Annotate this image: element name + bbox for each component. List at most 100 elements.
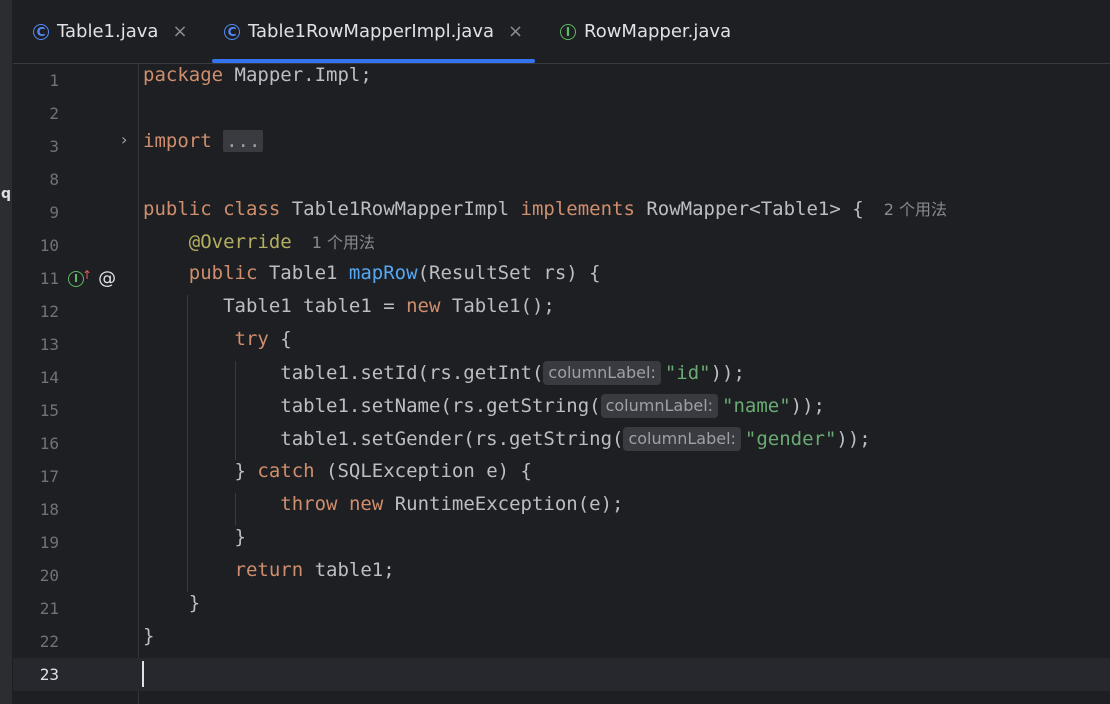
line-number: 17 (39, 467, 59, 486)
code-text: { (268, 328, 292, 350)
code-text: Table1 (257, 262, 349, 284)
annotation: @Override (188, 231, 292, 253)
left-tool-strip: q (0, 0, 13, 704)
code-line[interactable]: 13 try { (13, 328, 1110, 361)
string-literal: "id" (664, 362, 711, 384)
usages-hint[interactable]: 1 个用法 (312, 233, 375, 252)
tab-label: RowMapper.java (584, 21, 732, 42)
keyword: import (143, 130, 212, 152)
code-line[interactable]: 8 (13, 163, 1110, 196)
line-number: 11 (39, 269, 59, 288)
code-text: } (234, 526, 246, 548)
class-file-icon: C (224, 23, 240, 40)
keyword: return (234, 559, 304, 581)
folded-imports[interactable]: ... (223, 130, 264, 152)
parameter-hint: columnLabel: (623, 427, 741, 451)
usages-hint[interactable]: 2 个用法 (884, 200, 947, 219)
interface-file-icon: I (560, 23, 576, 40)
code-text: )); (836, 428, 871, 450)
code-line[interactable]: 2 (13, 97, 1110, 130)
gutter-icons: I ↑ @ (68, 268, 116, 289)
line-number: 10 (39, 236, 59, 255)
code-text: table1.setGender(rs.getString( (280, 428, 624, 450)
code-line[interactable]: 9 public class Table1RowMapperImpl imple… (13, 196, 1110, 229)
string-literal: "gender" (744, 428, 837, 450)
keyword: package (143, 64, 224, 86)
code-line[interactable]: 11 I ↑ @ public Table1 mapRow(ResultSet … (13, 262, 1110, 295)
line-number: 14 (39, 368, 59, 387)
line-number: 15 (39, 401, 59, 420)
line-number: 18 (39, 500, 59, 519)
at-sign-icon[interactable]: @ (98, 268, 116, 289)
keyword: throw (280, 493, 338, 515)
tab-table1-java[interactable]: C Table1.java × (33, 0, 188, 63)
line-number: 20 (39, 566, 59, 585)
code-line[interactable]: 10 @Override 1 个用法 (13, 229, 1110, 262)
parameter-hint: columnLabel: (543, 361, 661, 385)
line-number: 22 (39, 632, 59, 651)
code-text: } (234, 460, 258, 482)
text-caret (142, 661, 144, 687)
line-number: 9 (49, 203, 59, 222)
tab-label: Table1.java (57, 21, 159, 42)
keyword: implements (520, 198, 635, 220)
code-text: )); (790, 395, 825, 417)
keyword: try (234, 328, 269, 350)
code-line[interactable]: 12 Table1 table1 = new Table1(); (13, 295, 1110, 328)
up-arrow-icon: ↑ (82, 267, 93, 282)
code-line[interactable]: 15 table1.setName(rs.getString(columnLab… (13, 394, 1110, 427)
code-text: table1.setName(rs.getString( (280, 395, 601, 417)
code-text: (ResultSet rs) { (417, 262, 601, 284)
fold-expand-icon[interactable]: › (121, 130, 127, 149)
keyword: new (406, 295, 441, 317)
code-line[interactable]: 18 throw new RuntimeException(e); (13, 493, 1110, 526)
code-line[interactable]: 19 } (13, 526, 1110, 559)
keyword: public (143, 198, 212, 220)
tab-label: Table1RowMapperImpl.java (248, 21, 495, 42)
line-number: 13 (39, 335, 59, 354)
code-text: } (143, 625, 155, 647)
code-text: } (188, 592, 201, 614)
line-number: 23 (39, 665, 59, 684)
line-number: 19 (39, 533, 59, 552)
editor-tab-bar: C Table1.java × C Table1RowMapperImpl.ja… (13, 0, 1110, 64)
code-text: )); (710, 362, 745, 384)
code-editor[interactable]: 1 package Mapper.Impl; 2 3 › import ... … (13, 64, 1110, 704)
class-name: Table1RowMapperImpl (280, 198, 521, 220)
code-text: Table1 table1 = (223, 295, 407, 317)
code-text: Table1(); (440, 295, 555, 317)
code-line[interactable]: 14 table1.setId(rs.getInt(columnLabel: "i… (13, 361, 1110, 394)
code-text: Mapper.Impl; (223, 64, 372, 86)
string-literal: "name" (722, 395, 791, 417)
current-code-line[interactable]: 23 (13, 658, 1110, 691)
line-number: 21 (39, 599, 59, 618)
code-line[interactable]: 21 } (13, 592, 1110, 625)
code-line[interactable]: 16 table1.setGender(rs.getString(columnL… (13, 427, 1110, 460)
parameter-hint: columnLabel: (600, 394, 719, 418)
line-number: 1 (49, 71, 59, 90)
line-number: 2 (49, 104, 59, 123)
close-icon[interactable]: × (172, 21, 187, 42)
line-number: 3 (49, 137, 59, 156)
keyword: class (223, 198, 281, 220)
code-line[interactable]: 3 › import ... (13, 130, 1110, 163)
keyword: new (348, 493, 384, 515)
method-name: mapRow (348, 262, 418, 284)
line-number: 16 (39, 434, 59, 453)
close-icon[interactable]: × (508, 21, 523, 42)
keyword: public (188, 262, 258, 284)
class-file-icon: C (33, 23, 49, 40)
code-line[interactable]: 17 } catch (SQLException e) { (13, 460, 1110, 493)
code-text: table1; (303, 559, 395, 581)
left-strip-glyph: q (1, 186, 12, 202)
code-text: RuntimeException(e); (383, 493, 624, 515)
code-line[interactable]: 1 package Mapper.Impl; (13, 64, 1110, 97)
tab-table1rowmapperimpl-java[interactable]: C Table1RowMapperImpl.java × (212, 0, 536, 63)
code-text: (SQLException e) { (314, 460, 532, 482)
line-number: 8 (49, 170, 59, 189)
code-line[interactable]: 22 } (13, 625, 1110, 658)
code-line[interactable]: 20 return table1; (13, 559, 1110, 592)
code-text: table1.setId(rs.getInt( (280, 362, 544, 384)
tab-rowmapper-java[interactable]: I RowMapper.java (560, 0, 731, 63)
code-text: RowMapper<Table1> { (634, 198, 864, 220)
